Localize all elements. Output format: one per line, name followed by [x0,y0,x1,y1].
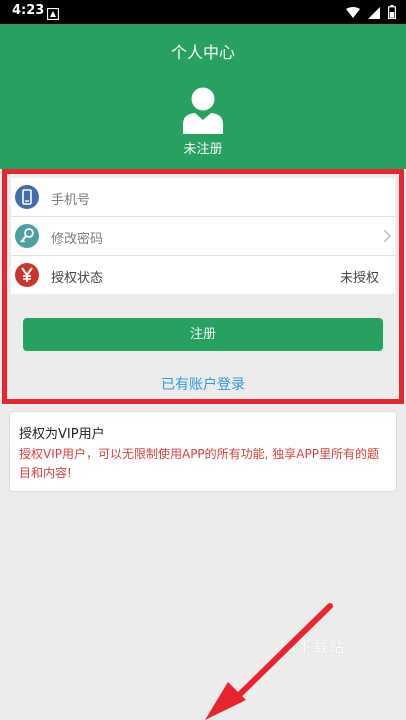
red-arrow-annotation [205,603,333,720]
